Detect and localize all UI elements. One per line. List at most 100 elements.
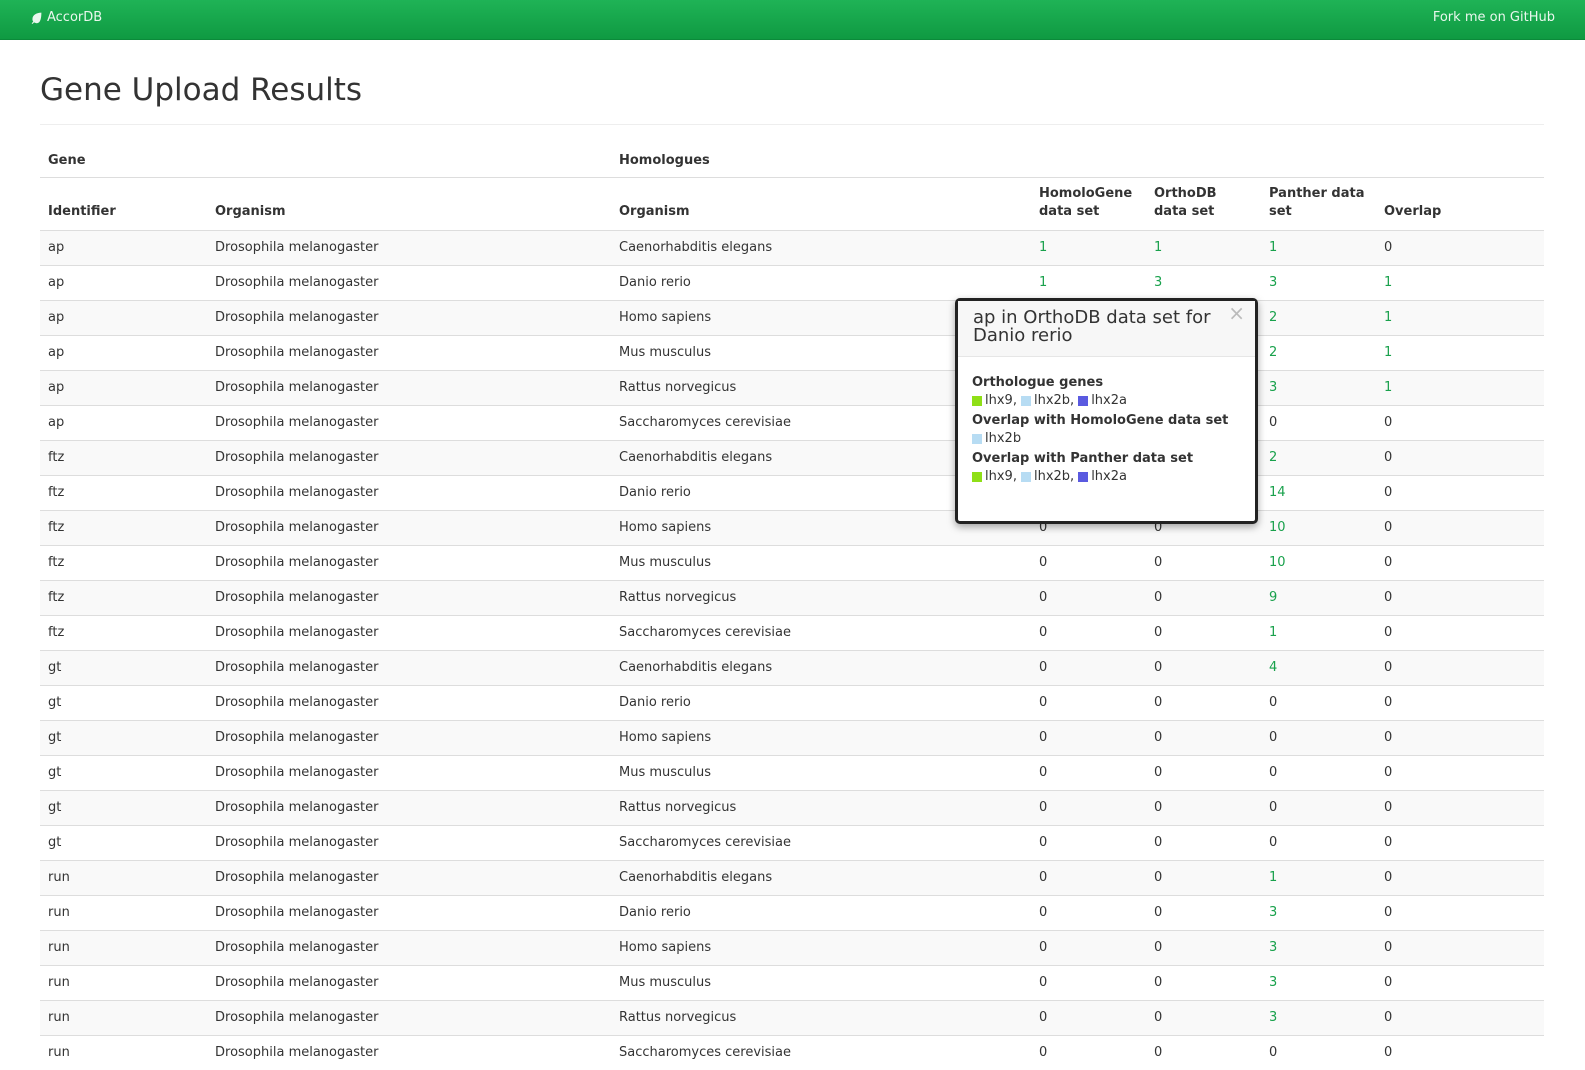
gene-name: lhx9 [985,469,1013,484]
table-row: gt Drosophila melanogaster Rattus norvegic… [40,789,1544,825]
cell-overlap: 0 [1376,544,1544,580]
cell-overlap: 0 [1376,754,1544,790]
cell-overlap: 0 [1376,229,1544,265]
close-icon[interactable]: × [1228,303,1245,323]
cell-panther[interactable]: 3 [1261,369,1376,405]
popover-body: Orthologue genes lhx9, lhx2b, lhx2a Overlap … [958,357,1255,484]
cell-identifier: ftz [40,474,207,510]
cell-panther[interactable]: 3 [1261,894,1376,930]
cell-identifier: ap [40,229,207,265]
cell-panther[interactable]: 2 [1261,299,1376,335]
group-header-row: Gene Homologues [40,142,1544,177]
table-row: ftz Drosophila melanogaster Danio rerio 14 0 [40,474,1544,510]
cell-identifier: ftz [40,544,207,580]
table-row: run Drosophila melanogaster Danio rerio 0 0 3… [40,894,1544,930]
cell-panther: 0 [1261,684,1376,720]
github-fork-link[interactable]: Fork me on GitHub [1433,10,1555,25]
cell-gene-organism: Drosophila melanogaster [207,474,611,510]
cell-panther[interactable]: 10 [1261,509,1376,545]
cell-overlap: 0 [1376,894,1544,930]
table-row: run Drosophila melanogaster Rattus norvegi… [40,999,1544,1035]
cell-orthodb: 0 [1146,614,1261,650]
color-swatch-icon [972,395,982,406]
color-swatch-icon [1078,471,1089,482]
cell-orthodb[interactable]: 3 [1146,264,1261,300]
cell-homolog-organism: Caenorhabditis elegans [611,229,1031,265]
cell-panther[interactable]: 9 [1261,579,1376,615]
cell-panther[interactable]: 3 [1261,999,1376,1035]
table-row: gt Drosophila melanogaster Mus musculus 0 0 0… [40,754,1544,790]
cell-homologene: 0 [1031,929,1146,965]
cell-orthodb: 0 [1146,789,1261,825]
cell-gene-organism: Drosophila melanogaster [207,299,611,335]
table-row: gt Drosophila melanogaster Saccharomyces c… [40,824,1544,860]
table-row: run Drosophila melanogaster Saccharomyces … [40,1034,1544,1070]
cell-gene-organism: Drosophila melanogaster [207,229,611,265]
cell-gene-organism: Drosophila melanogaster [207,264,611,300]
gene-chip: lhx9 [972,393,1013,408]
gene-chip: lhx2a [1078,393,1127,408]
cell-panther[interactable]: 1 [1261,229,1376,265]
cell-panther[interactable]: 3 [1261,264,1376,300]
cell-gene-organism: Drosophila melanogaster [207,964,611,1000]
gene-name: lhx2a [1091,393,1127,408]
table-row: ap Drosophila melanogaster Caenorhabditis … [40,229,1544,265]
cell-orthodb: 0 [1146,754,1261,790]
gene-chip: lhx2a [1078,469,1127,484]
cell-panther[interactable]: 1 [1261,859,1376,895]
table-row: ftz Drosophila melanogaster Mus musculus 0 0… [40,544,1544,580]
results-table: Gene Homologues Identifier Organism Orga… [40,142,1544,1070]
cell-overlap[interactable]: 1 [1376,299,1544,335]
cell-overlap[interactable]: 1 [1376,334,1544,370]
cell-homolog-organism: Caenorhabditis elegans [611,649,1031,685]
cell-panther[interactable]: 10 [1261,544,1376,580]
title-divider [40,124,1544,125]
cell-overlap: 0 [1376,614,1544,650]
results-body: ap Drosophila melanogaster Caenorhabditis … [40,229,1544,1070]
cell-overlap: 0 [1376,509,1544,545]
cell-homolog-organism: Mus musculus [611,964,1031,1000]
cell-homologene[interactable]: 1 [1031,229,1146,265]
cell-orthodb[interactable]: 1 [1146,229,1261,265]
cell-identifier: ap [40,404,207,440]
table-row: ftz Drosophila melanogaster Homo sapiens 0 0… [40,509,1544,545]
cell-gene-organism: Drosophila melanogaster [207,754,611,790]
cell-homolog-organism: Rattus norvegicus [611,579,1031,615]
color-swatch-icon [972,433,982,444]
popover-gene-list: lhx2b [972,431,1241,446]
cell-panther[interactable]: 14 [1261,474,1376,510]
gene-chip: lhx2b [972,431,1021,446]
cell-panther[interactable]: 1 [1261,614,1376,650]
table-row: run Drosophila melanogaster Homo sapiens 0 0… [40,929,1544,965]
gene-chip: lhx2b [1020,469,1070,484]
cell-overlap[interactable]: 1 [1376,369,1544,405]
cell-identifier: run [40,894,207,930]
cell-homologene: 0 [1031,894,1146,930]
cell-panther[interactable]: 4 [1261,649,1376,685]
cell-homologene: 0 [1031,824,1146,860]
cell-panther[interactable]: 3 [1261,964,1376,1000]
cell-homologene: 0 [1031,579,1146,615]
cell-homologene[interactable]: 1 [1031,264,1146,300]
cell-panther[interactable]: 2 [1261,334,1376,370]
cell-overlap: 0 [1376,789,1544,825]
cell-overlap[interactable]: 1 [1376,264,1544,300]
cell-identifier: run [40,999,207,1035]
gene-popover: × ap in OrthoDB data set for Danio rerio… [955,298,1258,524]
cell-panther[interactable]: 2 [1261,439,1376,475]
cell-homolog-organism: Saccharomyces cerevisiae [611,824,1031,860]
cell-identifier: ftz [40,614,207,650]
gene-name: lhx2a [1091,469,1127,484]
brand-link[interactable]: AccorDB [30,10,102,25]
cell-gene-organism: Drosophila melanogaster [207,929,611,965]
cell-gene-organism: Drosophila melanogaster [207,684,611,720]
cell-orthodb: 0 [1146,544,1261,580]
separator: , [1012,393,1017,408]
table-row: run Drosophila melanogaster Caenorhabditis… [40,859,1544,895]
cell-overlap: 0 [1376,964,1544,1000]
cell-panther[interactable]: 3 [1261,929,1376,965]
cell-gene-organism: Drosophila melanogaster [207,369,611,405]
cell-gene-organism: Drosophila melanogaster [207,579,611,615]
cell-homolog-organism: Danio rerio [611,264,1031,300]
cell-panther: 0 [1261,1034,1376,1070]
